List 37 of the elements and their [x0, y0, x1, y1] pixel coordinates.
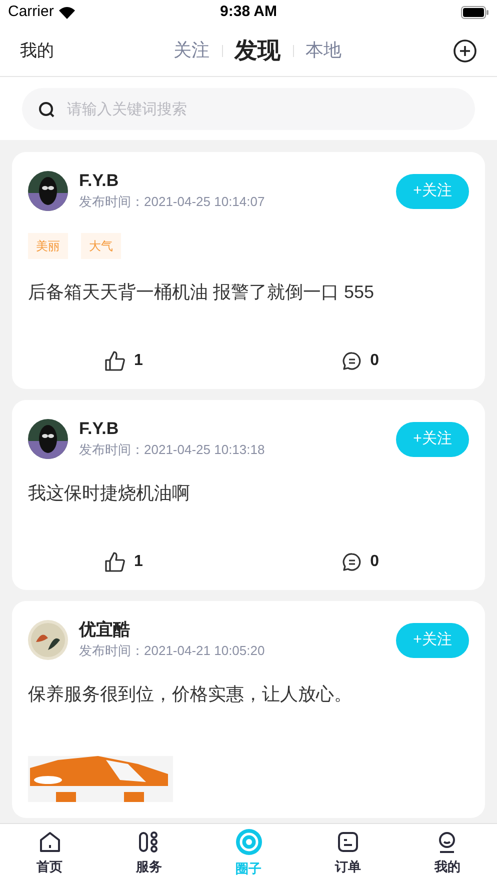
search-field[interactable]: 请输入关键词搜索 [22, 88, 475, 130]
post-text: 保养服务很到位，价格实惠，让人放心。 [28, 683, 353, 706]
comment-button[interactable]: 0 [342, 349, 379, 373]
post-text: 我这保时捷烧机油啊 [28, 482, 191, 505]
header-tab[interactable]: 关注 [174, 37, 210, 64]
thumbs-up-icon [104, 551, 126, 573]
post-time: 发布时间：2021-04-25 10:13:18 [79, 441, 266, 459]
tab-bar-item[interactable]: 服务 [99, 824, 199, 883]
thumbs-up-icon [104, 350, 126, 372]
home-icon [38, 830, 62, 854]
search-icon [38, 101, 55, 118]
author-name: F.Y.B [79, 170, 120, 192]
status-time: 9:38 AM [220, 2, 277, 22]
add-icon[interactable] [453, 38, 477, 62]
like-button[interactable]: 1 [104, 349, 143, 373]
wifi-icon [58, 6, 76, 19]
comment-icon [342, 351, 362, 371]
tab-bar-item[interactable]: 订单 [298, 824, 398, 883]
comment-button[interactable]: 0 [342, 550, 379, 574]
header-tab[interactable]: 本地 [306, 37, 342, 64]
author-name: F.Y.B [79, 418, 120, 440]
comment-icon [342, 552, 362, 572]
tab-bar-item[interactable]: 我的 [398, 824, 497, 883]
battery-icon [461, 6, 489, 19]
author-name: 优宜酷 [79, 619, 131, 641]
carrier-label: Carrier [8, 2, 54, 22]
my-link[interactable]: 我的 [20, 38, 80, 64]
circle-icon [234, 828, 263, 856]
document-icon [336, 830, 360, 854]
tag: 美丽 [28, 233, 68, 259]
post-time: 发布时间：2021-04-25 10:14:07 [79, 193, 266, 211]
like-button[interactable]: 1 [104, 550, 143, 574]
tag: 大气 [81, 233, 121, 259]
post-text: 后备箱天天背一桶机油 报警了就倒一口 555 [28, 281, 376, 304]
post-time: 发布时间：2021-04-21 10:05:20 [79, 642, 266, 660]
tab-bar-item[interactable]: 首页 [0, 824, 100, 883]
header-tab[interactable]: 发现 [234, 33, 280, 68]
